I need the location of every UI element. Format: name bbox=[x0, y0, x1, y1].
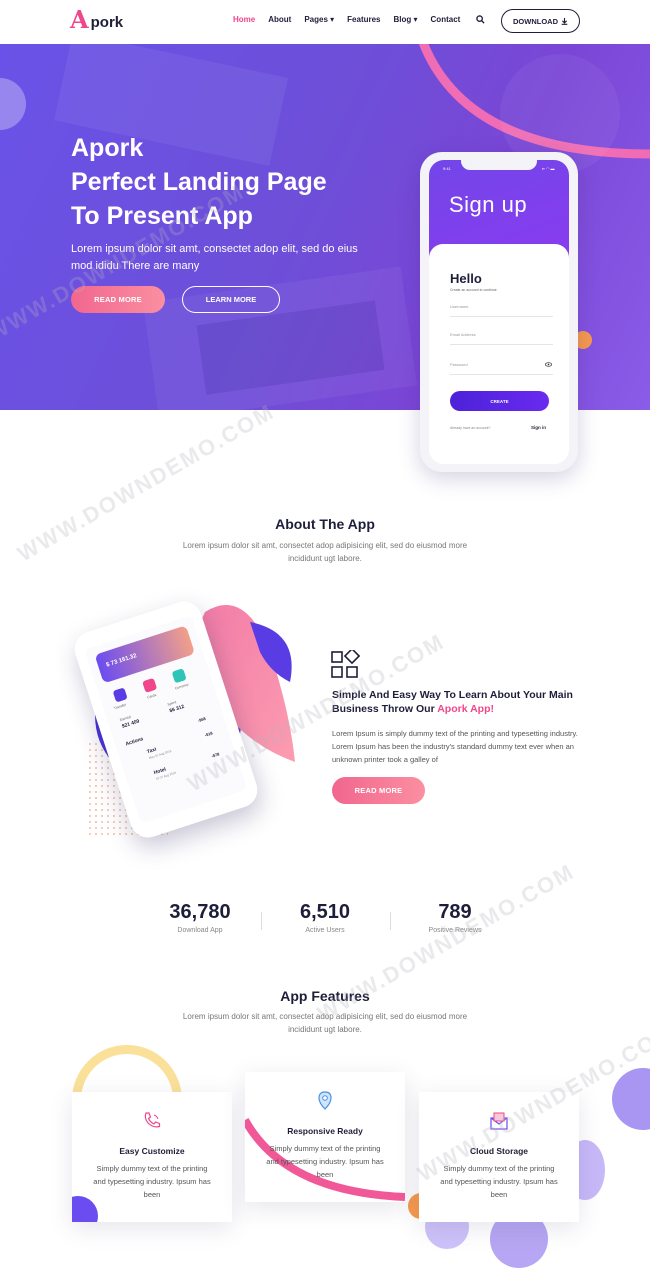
email-underline bbox=[450, 344, 553, 345]
phone-notch bbox=[461, 160, 537, 170]
about-read-more-button[interactable]: READ MORE bbox=[332, 777, 425, 804]
hero-read-more-button[interactable]: READ MORE bbox=[71, 286, 165, 313]
mail-icon bbox=[490, 1112, 508, 1130]
feature-card-title: Cloud Storage bbox=[469, 1146, 529, 1156]
phone-icon bbox=[144, 1112, 161, 1128]
hello-heading: Hello bbox=[450, 271, 482, 286]
stat-users-number: 6,510 bbox=[299, 901, 351, 923]
feature-card-text: Simply dummy text of the printing and ty… bbox=[93, 1164, 211, 1199]
signup-phone-mockup: 9:41 ▪▪ ◠ ▬ Sign up Hello Create an acco… bbox=[420, 152, 578, 472]
feature-card-customize[interactable]: Easy Customize Simply dummy text of the … bbox=[72, 1092, 232, 1222]
stat-reviews: 789 Positive Reviews bbox=[395, 901, 515, 934]
download-icon bbox=[561, 17, 568, 25]
hero-title: Apork Perfect Landing Page To Present Ap… bbox=[71, 131, 401, 233]
hero-title-line1: Apork bbox=[71, 134, 144, 162]
logo-text: pork bbox=[90, 13, 124, 31]
password-underline bbox=[450, 374, 553, 375]
location-pin-icon bbox=[318, 1091, 332, 1110]
hero-title-line3: To Present App bbox=[71, 202, 253, 230]
currency-tile-icon[interactable] bbox=[171, 668, 187, 684]
stat-downloads-label: Download App bbox=[177, 927, 223, 934]
feature-card-title: Responsive Ready bbox=[287, 1126, 363, 1136]
hello-subtitle: Create an account to continue bbox=[450, 288, 497, 292]
about-heading-highlight: Apork App! bbox=[437, 703, 494, 715]
feature-card-cloud[interactable]: Cloud Storage Simply dummy text of the p… bbox=[419, 1092, 579, 1222]
stat-users: 6,510 Active Users bbox=[265, 901, 385, 934]
features-subtitle: Lorem ipsum dolor sit amt, consectet ado… bbox=[182, 1012, 468, 1034]
balance-value: $ 73 161.32 bbox=[105, 653, 138, 669]
top-navbar: A pork Home About Pages ▾ Features Blog … bbox=[0, 0, 650, 44]
nav-contact[interactable]: Contact bbox=[431, 15, 461, 24]
actions-value: -$68 bbox=[197, 715, 207, 724]
download-button[interactable]: DOWNLOAD bbox=[501, 9, 580, 33]
blocks-icon bbox=[331, 650, 360, 678]
download-label: DOWNLOAD bbox=[513, 16, 558, 26]
stat-reviews-label: Positive Reviews bbox=[428, 927, 482, 934]
feature-card-title: Easy Customize bbox=[119, 1146, 185, 1156]
app-illustration: $ 73 161.32 Transfer Cards Currency Earn… bbox=[70, 592, 320, 852]
feature-card-text: Simply dummy text of the printing and ty… bbox=[266, 1144, 384, 1179]
nav-blog[interactable]: Blog ▾ bbox=[394, 15, 418, 24]
stat-divider bbox=[390, 912, 391, 930]
taxi-row-value: -$18 bbox=[204, 730, 214, 738]
transfer-tile-icon[interactable] bbox=[112, 687, 128, 703]
nav-features[interactable]: Features bbox=[347, 15, 380, 24]
phone-status-icons: ▪▪ ◠ ▬ bbox=[542, 166, 555, 171]
deco-purple-circle bbox=[612, 1068, 650, 1130]
hotel-row-value: -$78 bbox=[210, 751, 220, 759]
hero-text: Lorem ipsum dolor sit amt, consectet ado… bbox=[71, 243, 358, 272]
stat-downloads-number: 36,780 bbox=[169, 901, 231, 923]
phone-time: 9:41 bbox=[443, 166, 451, 171]
signup-title: Sign up bbox=[449, 192, 528, 217]
hero-title-line2: Perfect Landing Page bbox=[71, 168, 327, 196]
password-field[interactable]: Password bbox=[450, 362, 468, 367]
stat-reviews-number: 789 bbox=[438, 901, 472, 923]
actions-heading: Actions bbox=[124, 736, 145, 748]
stat-divider bbox=[261, 912, 262, 930]
nav-home[interactable]: Home bbox=[233, 15, 255, 24]
email-field[interactable]: Email Address bbox=[450, 332, 476, 337]
signin-link[interactable]: Sign in bbox=[531, 425, 546, 430]
currency-tile-label: Currency bbox=[174, 682, 190, 691]
phone-screen: 9:41 ▪▪ ◠ ▬ Sign up Hello Create an acco… bbox=[429, 160, 569, 464]
feature-card-responsive[interactable]: Responsive Ready Simply dummy text of th… bbox=[245, 1072, 405, 1202]
about-heading: Simple And Easy Way To Learn About Your … bbox=[332, 688, 582, 716]
already-account-text: Already have an account? bbox=[450, 426, 491, 430]
logo[interactable]: A pork bbox=[70, 8, 123, 32]
username-field[interactable]: Username bbox=[450, 304, 468, 309]
transfer-tile-label: Transfer bbox=[113, 702, 127, 711]
main-menu: Home About Pages ▾ Features Blog ▾ Conta… bbox=[233, 15, 473, 24]
nav-about[interactable]: About bbox=[268, 15, 291, 24]
username-underline bbox=[450, 316, 553, 317]
create-button[interactable]: CREATE bbox=[450, 391, 549, 411]
eye-icon[interactable] bbox=[545, 362, 552, 367]
nav-pages[interactable]: Pages ▾ bbox=[304, 15, 334, 24]
cards-tile-label: Cards bbox=[146, 692, 157, 700]
about-body: Lorem Ipsum is simply dummy text of the … bbox=[332, 729, 578, 764]
hero-learn-more-button[interactable]: LEARN MORE bbox=[182, 286, 280, 313]
features-title: App Features bbox=[280, 988, 370, 1004]
stat-downloads: 36,780 Download App bbox=[140, 901, 260, 934]
logo-mark: A bbox=[70, 5, 89, 34]
feature-card-text: Simply dummy text of the printing and ty… bbox=[440, 1164, 558, 1199]
about-title: About The App bbox=[275, 516, 375, 532]
stat-users-label: Active Users bbox=[305, 927, 345, 934]
search-icon[interactable] bbox=[476, 15, 485, 24]
about-subtitle: Lorem ipsum dolor sit amt, consectet ado… bbox=[182, 541, 468, 563]
cards-tile-icon[interactable] bbox=[142, 677, 158, 693]
